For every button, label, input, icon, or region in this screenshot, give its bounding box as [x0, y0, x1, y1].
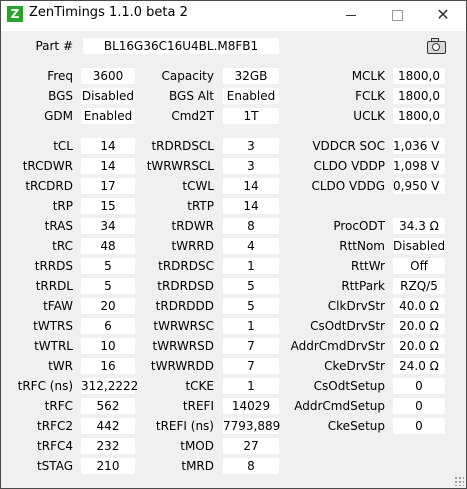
drive-value: 20.0 Ω — [393, 338, 445, 354]
timing-label: tRCDWR — [22, 159, 73, 173]
info-label: GDM — [44, 109, 73, 123]
drive-value: 24.0 Ω — [393, 358, 445, 374]
timing-label: tRDRDSCL — [151, 139, 214, 153]
info-value: 1800,0 — [393, 88, 445, 104]
info-label: Capacity — [161, 69, 214, 83]
timing-label: tREFI (ns) — [155, 419, 214, 433]
timing-label: tWRWRSC — [153, 319, 214, 333]
timing-label: tMOD — [180, 439, 214, 453]
timing-label: tCL — [53, 139, 73, 153]
drive-label: ProcODT — [333, 219, 385, 233]
drive-label: CkeSetup — [327, 419, 385, 433]
maximize-button[interactable] — [374, 1, 420, 31]
timing-label: tWRWRSD — [152, 339, 214, 353]
timing-label: tRDRDSD — [157, 279, 214, 293]
drive-label: CsOdtDrvStr — [310, 319, 385, 333]
timing-label: tWTRL — [34, 339, 73, 353]
info-label: BGS Alt — [169, 89, 214, 103]
drive-label: CsOdtSetup — [313, 379, 385, 393]
drive-label: RttWr — [350, 259, 385, 273]
info-label: Cmd2T — [171, 109, 214, 123]
drive-value: Disabled — [393, 238, 446, 254]
maximize-icon — [391, 9, 403, 21]
timing-label: tRFC4 — [37, 439, 73, 453]
info-value: 1800,0 — [393, 68, 445, 84]
drive-label: AddrCmdSetup — [294, 399, 385, 413]
timing-label: tRP — [52, 199, 73, 213]
voltage-value: 0,950 V — [393, 178, 445, 194]
part-number-value: BL16G36C16U4BL.M8FB1 — [83, 38, 279, 54]
app-window: Z ZenTimings 1.1.0 beta 2 ✕ Part # BL16G… — [0, 0, 467, 489]
timing-label: tRFC2 — [37, 419, 73, 433]
info-label: MCLK — [351, 69, 385, 83]
timing-label: tRTP — [187, 199, 214, 213]
timing-label: tRRDS — [34, 259, 73, 273]
voltage-label: CLDO VDDG — [311, 179, 385, 193]
info-value: 1800,0 — [393, 108, 445, 124]
timing-label: tRFC — [44, 399, 73, 413]
drive-value: Off — [393, 258, 445, 274]
resize-grip-icon[interactable] — [454, 476, 464, 486]
drive-value: 0 — [393, 418, 445, 434]
timing-value: 27 — [223, 438, 279, 454]
timing-value: 8 — [223, 458, 279, 474]
info-label: FCLK — [355, 89, 385, 103]
drive-label: CkeDrvStr — [324, 359, 385, 373]
timing-label: tRAS — [44, 219, 73, 233]
timing-label: tRDRDSC — [158, 259, 214, 273]
timing-label: tRC — [52, 239, 73, 253]
info-label: Freq — [47, 69, 73, 83]
drive-value: 34.3 Ω — [393, 218, 445, 234]
voltage-label: CLDO VDDP — [313, 159, 386, 173]
timing-label: tWTRS — [33, 319, 73, 333]
drive-value: 20.0 Ω — [393, 318, 445, 334]
voltage-value: 1,036 V — [393, 138, 445, 154]
timing-label: tRRDL — [35, 279, 73, 293]
minimize-icon — [346, 14, 356, 16]
info-label: BGS — [48, 89, 73, 103]
timing-label: tMRD — [181, 459, 214, 473]
drive-value: 0 — [393, 398, 445, 414]
info-label: UCLK — [353, 109, 385, 123]
timing-label: tWRRD — [171, 239, 215, 253]
timing-label: tCWL — [182, 179, 214, 193]
drive-value: 40.0 Ω — [393, 298, 445, 314]
timing-label: tCKE — [185, 379, 214, 393]
timing-label: tWRWRSCL — [146, 159, 214, 173]
window-title: ZenTimings 1.1.0 beta 2 — [29, 5, 188, 20]
drive-label: ClkDrvStr — [327, 299, 385, 313]
zentimings-logo-icon: Z — [7, 6, 23, 22]
timing-label: tRDRDDD — [155, 299, 214, 313]
drive-label: RttPark — [341, 279, 385, 293]
drive-label: AddrCmdDrvStr — [290, 339, 385, 353]
voltage-value: 1,098 V — [393, 158, 445, 174]
timing-label: tRCDRD — [25, 179, 73, 193]
title-bar[interactable]: Z ZenTimings 1.1.0 beta 2 ✕ — [1, 1, 466, 31]
drive-label: RttNom — [339, 239, 385, 253]
close-button[interactable]: ✕ — [420, 1, 466, 31]
minimize-button[interactable] — [328, 1, 374, 31]
drive-value: 0 — [393, 378, 445, 394]
timing-label: tWR — [48, 359, 73, 373]
timing-label: tRFC (ns) — [17, 379, 73, 393]
timing-label: tREFI — [182, 399, 214, 413]
timing-value: 14 — [223, 198, 279, 214]
timing-label: tFAW — [43, 299, 73, 313]
timing-label: tSTAG — [36, 459, 73, 473]
screenshot-button[interactable] — [425, 36, 447, 54]
voltage-label: VDDCR SOC — [312, 139, 385, 153]
timing-label: tWRWRDD — [150, 359, 214, 373]
timing-label: tRDWR — [171, 219, 215, 233]
part-number-label: Part # — [35, 39, 73, 53]
drive-value: RZQ/5 — [393, 278, 445, 294]
